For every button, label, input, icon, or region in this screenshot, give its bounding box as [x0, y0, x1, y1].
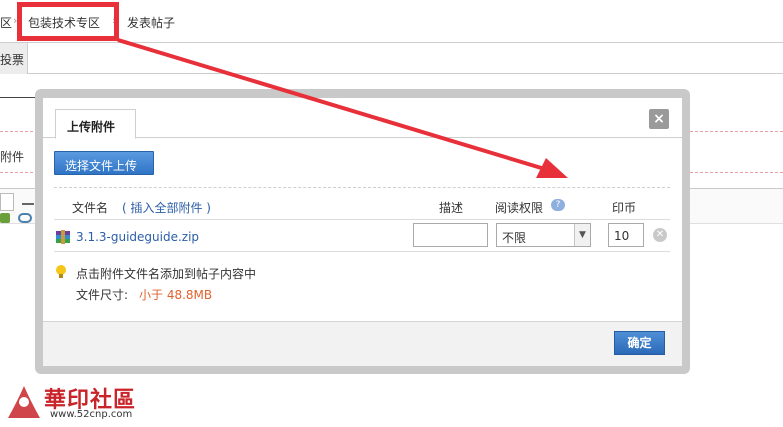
link-icon[interactable] [18, 213, 32, 223]
select-file-upload-button[interactable]: 选择文件上传 [54, 151, 154, 175]
lightbulb-icon [56, 265, 66, 278]
tab-poll[interactable]: 投票 [0, 43, 28, 74]
tab-poll-label: 投票 [0, 53, 25, 67]
delete-attachment-icon[interactable]: ✕ [653, 228, 667, 242]
chevron-down-icon[interactable]: ▼ [574, 224, 590, 246]
dialog-footer [43, 321, 682, 366]
attach-label[interactable]: 附件 [0, 148, 24, 165]
tip-text: 点击附件文件名添加到帖子内容中 [76, 267, 257, 281]
help-icon[interactable]: ? [551, 199, 565, 211]
horizontal-rule-icon[interactable] [22, 203, 34, 205]
attachment-file-link[interactable]: 3.1.3-guideguide.zip [76, 230, 199, 244]
read-permission-value: 不限 [502, 231, 527, 245]
read-permission-select[interactable]: 不限 ▼ [496, 223, 591, 247]
column-header-read-permission: 阅读权限 [495, 201, 544, 215]
file-size-label: 文件尺寸: [76, 288, 129, 302]
column-header-coins: 印币 [612, 201, 637, 215]
close-icon[interactable]: × [649, 109, 669, 129]
divider [54, 187, 670, 188]
post-editor-page: 区 › 包装技术专区 › 发表帖子 投票 附件 上传附件 × 选择文件上传 文件… [0, 0, 783, 427]
upload-attachment-dialog: 上传附件 × 选择文件上传 文件名 ( 插入全部附件 ) 描述 阅读权限 ? 印… [43, 98, 682, 366]
tab-upload-attachment[interactable]: 上传附件 [55, 109, 136, 139]
breadcrumb-current: 发表帖子 [127, 16, 176, 30]
breadcrumb: 区 › 包装技术专区 › 发表帖子 [0, 0, 783, 42]
font-dropdown-button[interactable] [0, 193, 14, 211]
post-type-tabs: 投票 [0, 42, 783, 74]
divider [54, 251, 670, 252]
insert-all-attachments-link[interactable]: ( 插入全部附件 ) [122, 199, 211, 216]
column-header-description: 描述 [439, 201, 464, 215]
confirm-button[interactable]: 确定 [614, 331, 665, 355]
divider [54, 219, 670, 220]
highlight-box [17, 2, 119, 41]
column-header-file-name: 文件名 [72, 201, 109, 215]
dialog-header: 上传附件 × [43, 98, 682, 139]
archive-file-icon [56, 230, 70, 244]
watermark-url: www.52cnp.com [50, 409, 133, 420]
coins-input[interactable]: 10 [608, 223, 644, 247]
add-image-icon[interactable] [0, 213, 10, 223]
description-input[interactable] [413, 223, 488, 247]
breadcrumb-item-forum[interactable]: 区 [0, 14, 12, 31]
file-size-value: 小于 48.8MB [139, 288, 213, 302]
